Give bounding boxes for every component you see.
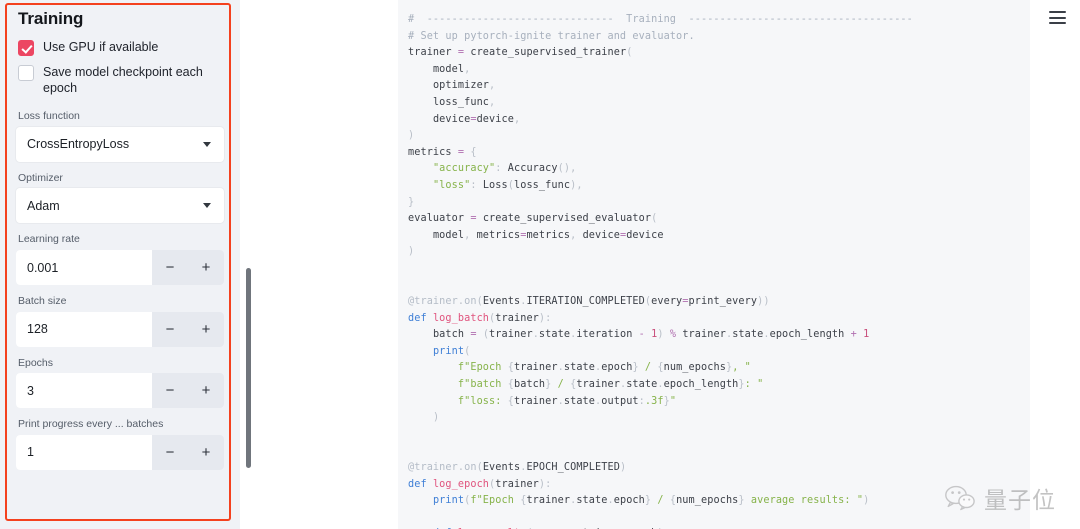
input-batch-size[interactable]: 128 xyxy=(16,311,152,347)
field-label-optimizer: Optimizer xyxy=(18,171,63,184)
field-learning-rate: Learning rate 0.001 − + xyxy=(16,223,224,286)
checkbox-row-use-gpu[interactable]: Use GPU if available xyxy=(16,35,224,60)
stepper-learning-rate[interactable]: 0.001 − + xyxy=(16,250,224,286)
field-label-print-progress: Print progress every ... batches xyxy=(18,418,164,431)
field-optimizer: Optimizer Adam xyxy=(16,162,224,224)
field-label-loss-function: Loss function xyxy=(18,110,80,123)
field-label-epochs: Epochs xyxy=(18,356,54,369)
checkbox-label-use-gpu: Use GPU if available xyxy=(43,40,159,55)
hamburger-menu-icon[interactable] xyxy=(1049,11,1066,24)
decrement-button-learning-rate[interactable]: − xyxy=(152,250,188,285)
stepper-batch-size[interactable]: 128 − + xyxy=(16,311,224,347)
decrement-button-print-progress[interactable]: − xyxy=(152,435,188,470)
checkbox-label-save-checkpoint: Save model checkpoint each epoch xyxy=(43,65,203,96)
increment-button-learning-rate[interactable]: + xyxy=(188,250,224,285)
stepper-buttons-epochs: − + xyxy=(152,373,224,409)
select-optimizer[interactable]: Adam xyxy=(16,188,224,224)
hamburger-line xyxy=(1049,16,1066,19)
stepper-buttons-print-progress: − + xyxy=(152,434,224,470)
input-learning-rate[interactable]: 0.001 xyxy=(16,250,152,286)
hamburger-line xyxy=(1049,11,1066,13)
chevron-down-icon xyxy=(203,141,211,147)
field-label-learning-rate: Learning rate xyxy=(18,233,80,246)
app-root: Training Use GPU if available Save model… xyxy=(0,0,1080,529)
stepper-buttons-batch-size: − + xyxy=(152,311,224,347)
select-value-optimizer: Adam xyxy=(27,198,60,213)
watermark: 量子位 xyxy=(945,481,1056,515)
stepper-buttons-learning-rate: − + xyxy=(152,250,224,286)
sidebar-scrollbar[interactable] xyxy=(245,0,253,529)
code-block: # ------------------------------ Trainin… xyxy=(398,0,1030,529)
stepper-epochs[interactable]: 3 − + xyxy=(16,373,224,409)
checkbox-save-checkpoint[interactable] xyxy=(18,65,34,82)
input-epochs[interactable]: 3 xyxy=(16,373,152,409)
increment-button-epochs[interactable]: + xyxy=(188,373,224,408)
sidebar-scrollbar-thumb[interactable] xyxy=(246,268,251,468)
increment-button-batch-size[interactable]: + xyxy=(188,312,224,347)
wechat-icon xyxy=(945,485,975,511)
hamburger-line xyxy=(1049,22,1066,24)
field-label-batch-size: Batch size xyxy=(18,295,67,308)
code-content: # ------------------------------ Trainin… xyxy=(408,14,913,529)
field-print-progress: Print progress every ... batches 1 − + xyxy=(16,408,224,470)
increment-button-print-progress[interactable]: + xyxy=(188,435,224,470)
field-batch-size: Batch size 128 − + xyxy=(16,285,224,347)
main-content: # ------------------------------ Trainin… xyxy=(240,0,1080,529)
watermark-text: 量子位 xyxy=(984,488,1056,514)
decrement-button-epochs[interactable]: − xyxy=(152,373,188,408)
select-loss-function[interactable]: CrossEntropyLoss xyxy=(16,126,224,162)
checkbox-row-save-checkpoint[interactable]: Save model checkpoint each epoch xyxy=(16,60,224,100)
settings-sidebar: Training Use GPU if available Save model… xyxy=(0,0,240,529)
checkbox-use-gpu[interactable] xyxy=(18,40,34,57)
field-loss-function: Loss function CrossEntropyLoss xyxy=(16,100,224,162)
chevron-down-icon xyxy=(203,203,211,209)
decrement-button-batch-size[interactable]: − xyxy=(152,312,188,347)
field-epochs: Epochs 3 − + xyxy=(16,347,224,409)
page-title: Training xyxy=(18,9,84,28)
select-value-loss-function: CrossEntropyLoss xyxy=(27,137,130,152)
stepper-print-progress[interactable]: 1 − + xyxy=(16,434,224,470)
input-print-progress[interactable]: 1 xyxy=(16,434,152,470)
